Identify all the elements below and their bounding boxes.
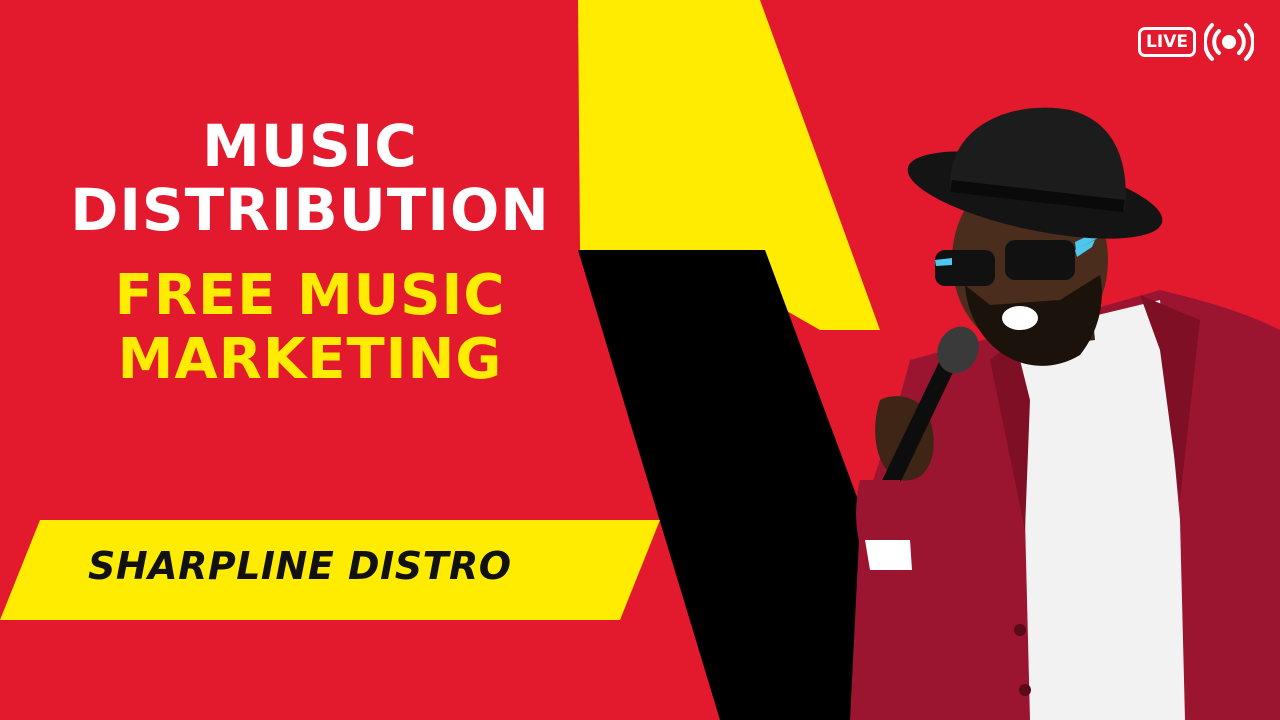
live-badge-label: LIVE xyxy=(1146,32,1188,52)
headline-line-4: MARKETING xyxy=(117,327,503,392)
live-badge-icon: LIVE xyxy=(1138,27,1196,57)
headline-line-1: MUSIC xyxy=(202,112,418,180)
broadcast-icon xyxy=(1204,23,1254,61)
singer-photo xyxy=(850,107,1280,720)
brand-label: SHARPLINE DISTRO xyxy=(88,544,512,588)
headline-line-2: DISTRIBUTION xyxy=(70,176,550,244)
headline-line-3: FREE MUSIC xyxy=(114,263,506,328)
